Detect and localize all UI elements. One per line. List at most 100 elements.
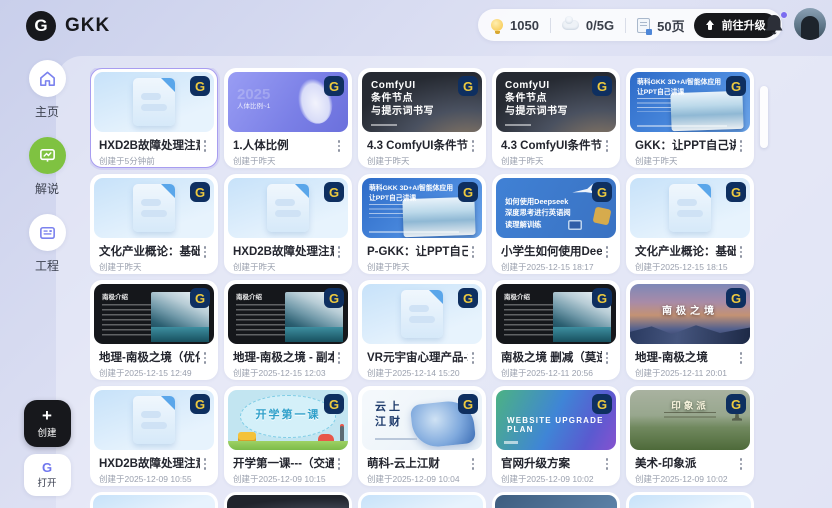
pages-stat[interactable]: 50页 [637, 16, 684, 35]
project-card[interactable]: G HXD2B故障处理注意事项 创建于5分钟前 [90, 68, 218, 168]
project-card[interactable]: G 萌科GKK 3D+AI智能体应用让PPT自己讲课 GKK：让PPT自己讲课的… [626, 68, 754, 168]
card-texts: 1.人体比例 创建于昨天 [233, 137, 334, 167]
thumbnail-text: 云上江财 [375, 400, 403, 430]
scrollbar-thumb[interactable] [760, 86, 768, 148]
bus-decoration [238, 432, 256, 443]
card-thumbnail: G [630, 178, 750, 238]
project-card[interactable]: G VR元宇宙心理产品-2024... 创建于2025-12-14 15:20 [358, 280, 486, 380]
gkk-badge-icon: G [592, 182, 612, 202]
notification-bell-button[interactable] [763, 13, 787, 39]
document-icon [267, 184, 309, 232]
sidebar-item-narration[interactable]: 解说 [29, 137, 66, 197]
card-menu-button[interactable] [736, 243, 746, 258]
document-icon [133, 396, 175, 444]
card-menu-button[interactable] [200, 137, 210, 152]
card-texts: HXD2B故障处理注意事项 创建于2025-12-09 10:55 [99, 455, 200, 485]
card-texts: 萌科-云上江财 创建于2025-12-09 10:04 [367, 455, 468, 485]
card-thumbnail: G [94, 72, 214, 132]
open-button[interactable]: G 打开 [24, 454, 71, 496]
project-card-partial[interactable] [90, 492, 218, 508]
card-menu-button[interactable] [602, 137, 612, 152]
project-card-partial[interactable] [626, 492, 754, 508]
card-texts: 4.3 ComfyUI条件节点与... 创建于昨天 [367, 137, 468, 167]
create-button-label: 创建 [37, 425, 56, 439]
card-menu-button[interactable] [200, 349, 210, 364]
card-menu-button[interactable] [736, 137, 746, 152]
gkk-badge-icon: G [726, 288, 746, 308]
card-title: 4.3 ComfyUI条件节点与... [501, 137, 602, 153]
sidebar-item-home[interactable]: 主页 [29, 60, 66, 120]
card-thumbnail [361, 495, 483, 508]
gkk-badge-icon: G [726, 76, 746, 96]
card-thumbnail: G 如何使用Deepseek深度思考进行英语阅读理解训练 [496, 178, 616, 238]
thumbnail-text: ComfyUI条件节点与提示词书写 [505, 79, 568, 118]
gkk-badge-icon: G [324, 76, 344, 96]
thumbnail-text: 如何使用Deepseek深度思考进行英语阅读理解训练 [505, 196, 571, 230]
project-card[interactable]: G WEBSITE UPGRADE PLAN 官网升级方案 创建于2025-12… [492, 386, 620, 486]
card-meta: 文化产业概论：基础理论... 创建于昨天 [91, 238, 217, 273]
project-card[interactable]: G 南极介绍 地理-南极之境 - 副本 创建于2025-12-15 12:03 [224, 280, 352, 380]
card-meta: 文化产业概论：基础理论... 创建于2025-12-15 18:15 [627, 238, 753, 273]
project-card-partial[interactable] [224, 492, 352, 508]
project-card[interactable]: G 如何使用Deepseek深度思考进行英语阅读理解训练 小学生如何使用Deep… [492, 174, 620, 274]
project-card[interactable]: G ComfyUI条件节点与提示词书写 4.3 ComfyUI条件节点与... … [492, 68, 620, 168]
project-card[interactable]: G 南极之境 地理-南极之境 创建于2025-12-11 20:01 [626, 280, 754, 380]
card-menu-button[interactable] [334, 243, 344, 258]
card-menu-button[interactable] [334, 349, 344, 364]
storage-stat[interactable]: 0/5G [562, 18, 614, 33]
user-avatar[interactable] [794, 8, 826, 40]
project-card[interactable]: G 南极介绍 地理-南极之境（优化版） 创建于2025-12-15 12:49 [90, 280, 218, 380]
project-card[interactable]: G 文化产业概论：基础理论... 创建于2025-12-15 18:15 [626, 174, 754, 274]
card-menu-button[interactable] [468, 455, 478, 470]
card-texts: 开学第一课---（交通安... 创建于2025-12-09 10:15 [233, 455, 334, 485]
card-thumbnail: G 云上江财 [362, 390, 482, 450]
gkk-badge-icon: G [324, 288, 344, 308]
sidebar-nav: 主页 解说 工程 [17, 60, 77, 291]
card-texts: 美术-印象派 创建于2025-12-09 10:02 [635, 455, 736, 485]
project-card[interactable]: G HXD2B故障处理注意事... 创建于昨天 [224, 174, 352, 274]
card-texts: HXD2B故障处理注意事项 创建于5分钟前 [99, 137, 200, 167]
card-thumbnail: G [228, 178, 348, 238]
card-menu-button[interactable] [736, 349, 746, 364]
project-card[interactable]: G 开学第一课 开学第一课---（交通安... 创建于2025-12-09 10… [224, 386, 352, 486]
app-name: GKK [65, 15, 110, 37]
card-title: 南极之境 删减（莫逆版） [501, 349, 602, 365]
card-thumbnail: G 印象派 [630, 390, 750, 450]
project-card[interactable]: G 印象派 美术-印象派 创建于2025-12-09 10:02 [626, 386, 754, 486]
cloud-icon [562, 20, 579, 30]
app-logo[interactable]: G GKK [26, 11, 110, 41]
upgrade-label: 前往升级 [722, 17, 766, 33]
open-button-label: 打开 [37, 475, 56, 489]
sidebar-item-projects[interactable]: 工程 [29, 214, 66, 274]
card-menu-button[interactable] [602, 349, 612, 364]
card-menu-button[interactable] [602, 455, 612, 470]
card-menu-button[interactable] [334, 455, 344, 470]
card-menu-button[interactable] [602, 243, 612, 258]
card-menu-button[interactable] [468, 349, 478, 364]
project-card[interactable]: G HXD2B故障处理注意事项 创建于2025-12-09 10:55 [90, 386, 218, 486]
card-menu-button[interactable] [736, 455, 746, 470]
card-menu-button[interactable] [200, 455, 210, 470]
project-card[interactable]: G 云上江财 萌科-云上江财 创建于2025-12-09 10:04 [358, 386, 486, 486]
gkk-badge-icon: G [592, 288, 612, 308]
project-card[interactable]: G 2025人体比例~1 1.人体比例 创建于昨天 [224, 68, 352, 168]
project-card[interactable]: G 萌科GKK 3D+AI智能体应用让PPT自己讲课 P-GKK：让PPT自己讲… [358, 174, 486, 274]
card-title: 官网升级方案 [501, 455, 602, 471]
card-title: 4.3 ComfyUI条件节点与... [367, 137, 468, 153]
project-card[interactable]: G ComfyUI条件节点与提示词书写 4.3 ComfyUI条件节点与... … [358, 68, 486, 168]
create-button[interactable]: + 创建 [24, 400, 71, 447]
project-card-partial[interactable] [358, 492, 486, 508]
project-card[interactable]: G 文化产业概论：基础理论... 创建于昨天 [90, 174, 218, 274]
project-card-partial[interactable] [492, 492, 620, 508]
card-menu-button[interactable] [200, 243, 210, 258]
card-thumbnail: G [362, 284, 482, 344]
card-texts: 地理-南极之境 创建于2025-12-11 20:01 [635, 349, 736, 379]
card-menu-button[interactable] [334, 137, 344, 152]
card-menu-button[interactable] [468, 243, 478, 258]
card-menu-button[interactable] [468, 137, 478, 152]
project-card[interactable]: G 南极介绍 南极之境 删减（莫逆版） 创建于2025-12-11 20:56 [492, 280, 620, 380]
card-thumbnail: G WEBSITE UPGRADE PLAN [496, 390, 616, 450]
thumbnail-text: 南极介绍 [236, 291, 262, 301]
card-texts: P-GKK：让PPT自己讲课... 创建于昨天 [367, 243, 468, 273]
credits-stat[interactable]: 1050 [491, 18, 539, 33]
